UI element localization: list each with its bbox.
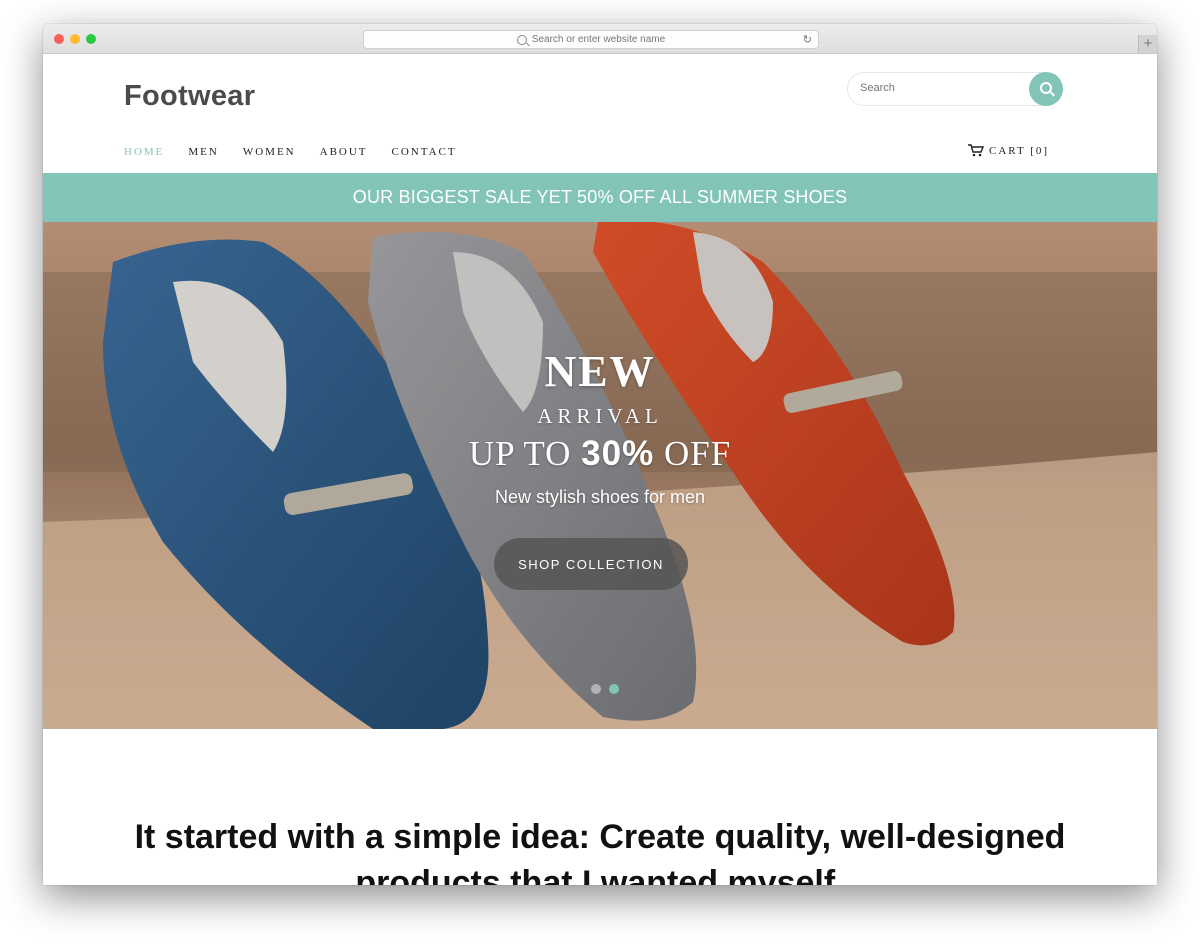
address-bar[interactable]: Search or enter website name ↻ (363, 30, 819, 49)
hero-tagline: New stylish shoes for men (494, 487, 706, 507)
hero-discount: UP TO 30% OFF (43, 434, 1157, 474)
hero-subtitle: ARRIVAL (537, 404, 663, 428)
nav-item-women[interactable]: WOMEN (243, 146, 296, 158)
new-tab-button[interactable]: + (1138, 35, 1157, 53)
slider-dot-active[interactable] (609, 684, 619, 694)
close-window-button[interactable] (54, 34, 64, 44)
nav-item-men[interactable]: MEN (188, 146, 218, 158)
sale-banner: OUR BIGGEST SALE YET 50% OFF ALL SUMMER … (43, 173, 1157, 222)
hero-discount-suffix: OFF (654, 434, 732, 473)
hero-title: NEW (544, 347, 656, 396)
address-bar-placeholder: Search or enter website name (531, 34, 666, 45)
browser-toolbar: Search or enter website name ↻ + (43, 24, 1157, 54)
search-icon (516, 34, 527, 45)
search-input[interactable] (858, 81, 1022, 95)
maximize-window-button[interactable] (86, 34, 96, 44)
reload-icon[interactable]: ↻ (803, 33, 812, 46)
story-heading: It started with a simple idea: Create qu… (134, 818, 1066, 885)
nav-item-home[interactable]: HOME (124, 146, 164, 158)
hero-slider: NEW ARRIVAL UP TO 30% OFF New stylish sh… (43, 222, 1157, 729)
nav-item-about[interactable]: ABOUT (320, 146, 368, 158)
cart-link[interactable]: CART [0] (968, 144, 1049, 157)
slider-dot[interactable] (591, 684, 601, 694)
browser-window: Search or enter website name ↻ + Footwea… (43, 24, 1157, 885)
cart-label: CART [0] (989, 144, 1050, 157)
main-nav: HOME MEN WOMEN ABOUT CONTACT (124, 146, 481, 158)
hero-discount-value: 30% (581, 434, 655, 473)
slider-pagination (591, 684, 619, 694)
site-logo[interactable]: Footwear (124, 80, 255, 113)
search-button[interactable] (1029, 72, 1063, 106)
search-icon (1040, 82, 1052, 94)
hero-discount-prefix: UP TO (468, 434, 582, 473)
shop-collection-button[interactable]: SHOP COLLECTION (494, 538, 688, 590)
cart-icon (968, 144, 984, 157)
nav-item-contact[interactable]: CONTACT (392, 146, 457, 158)
minimize-window-button[interactable] (70, 34, 80, 44)
hero-image (43, 222, 1157, 729)
